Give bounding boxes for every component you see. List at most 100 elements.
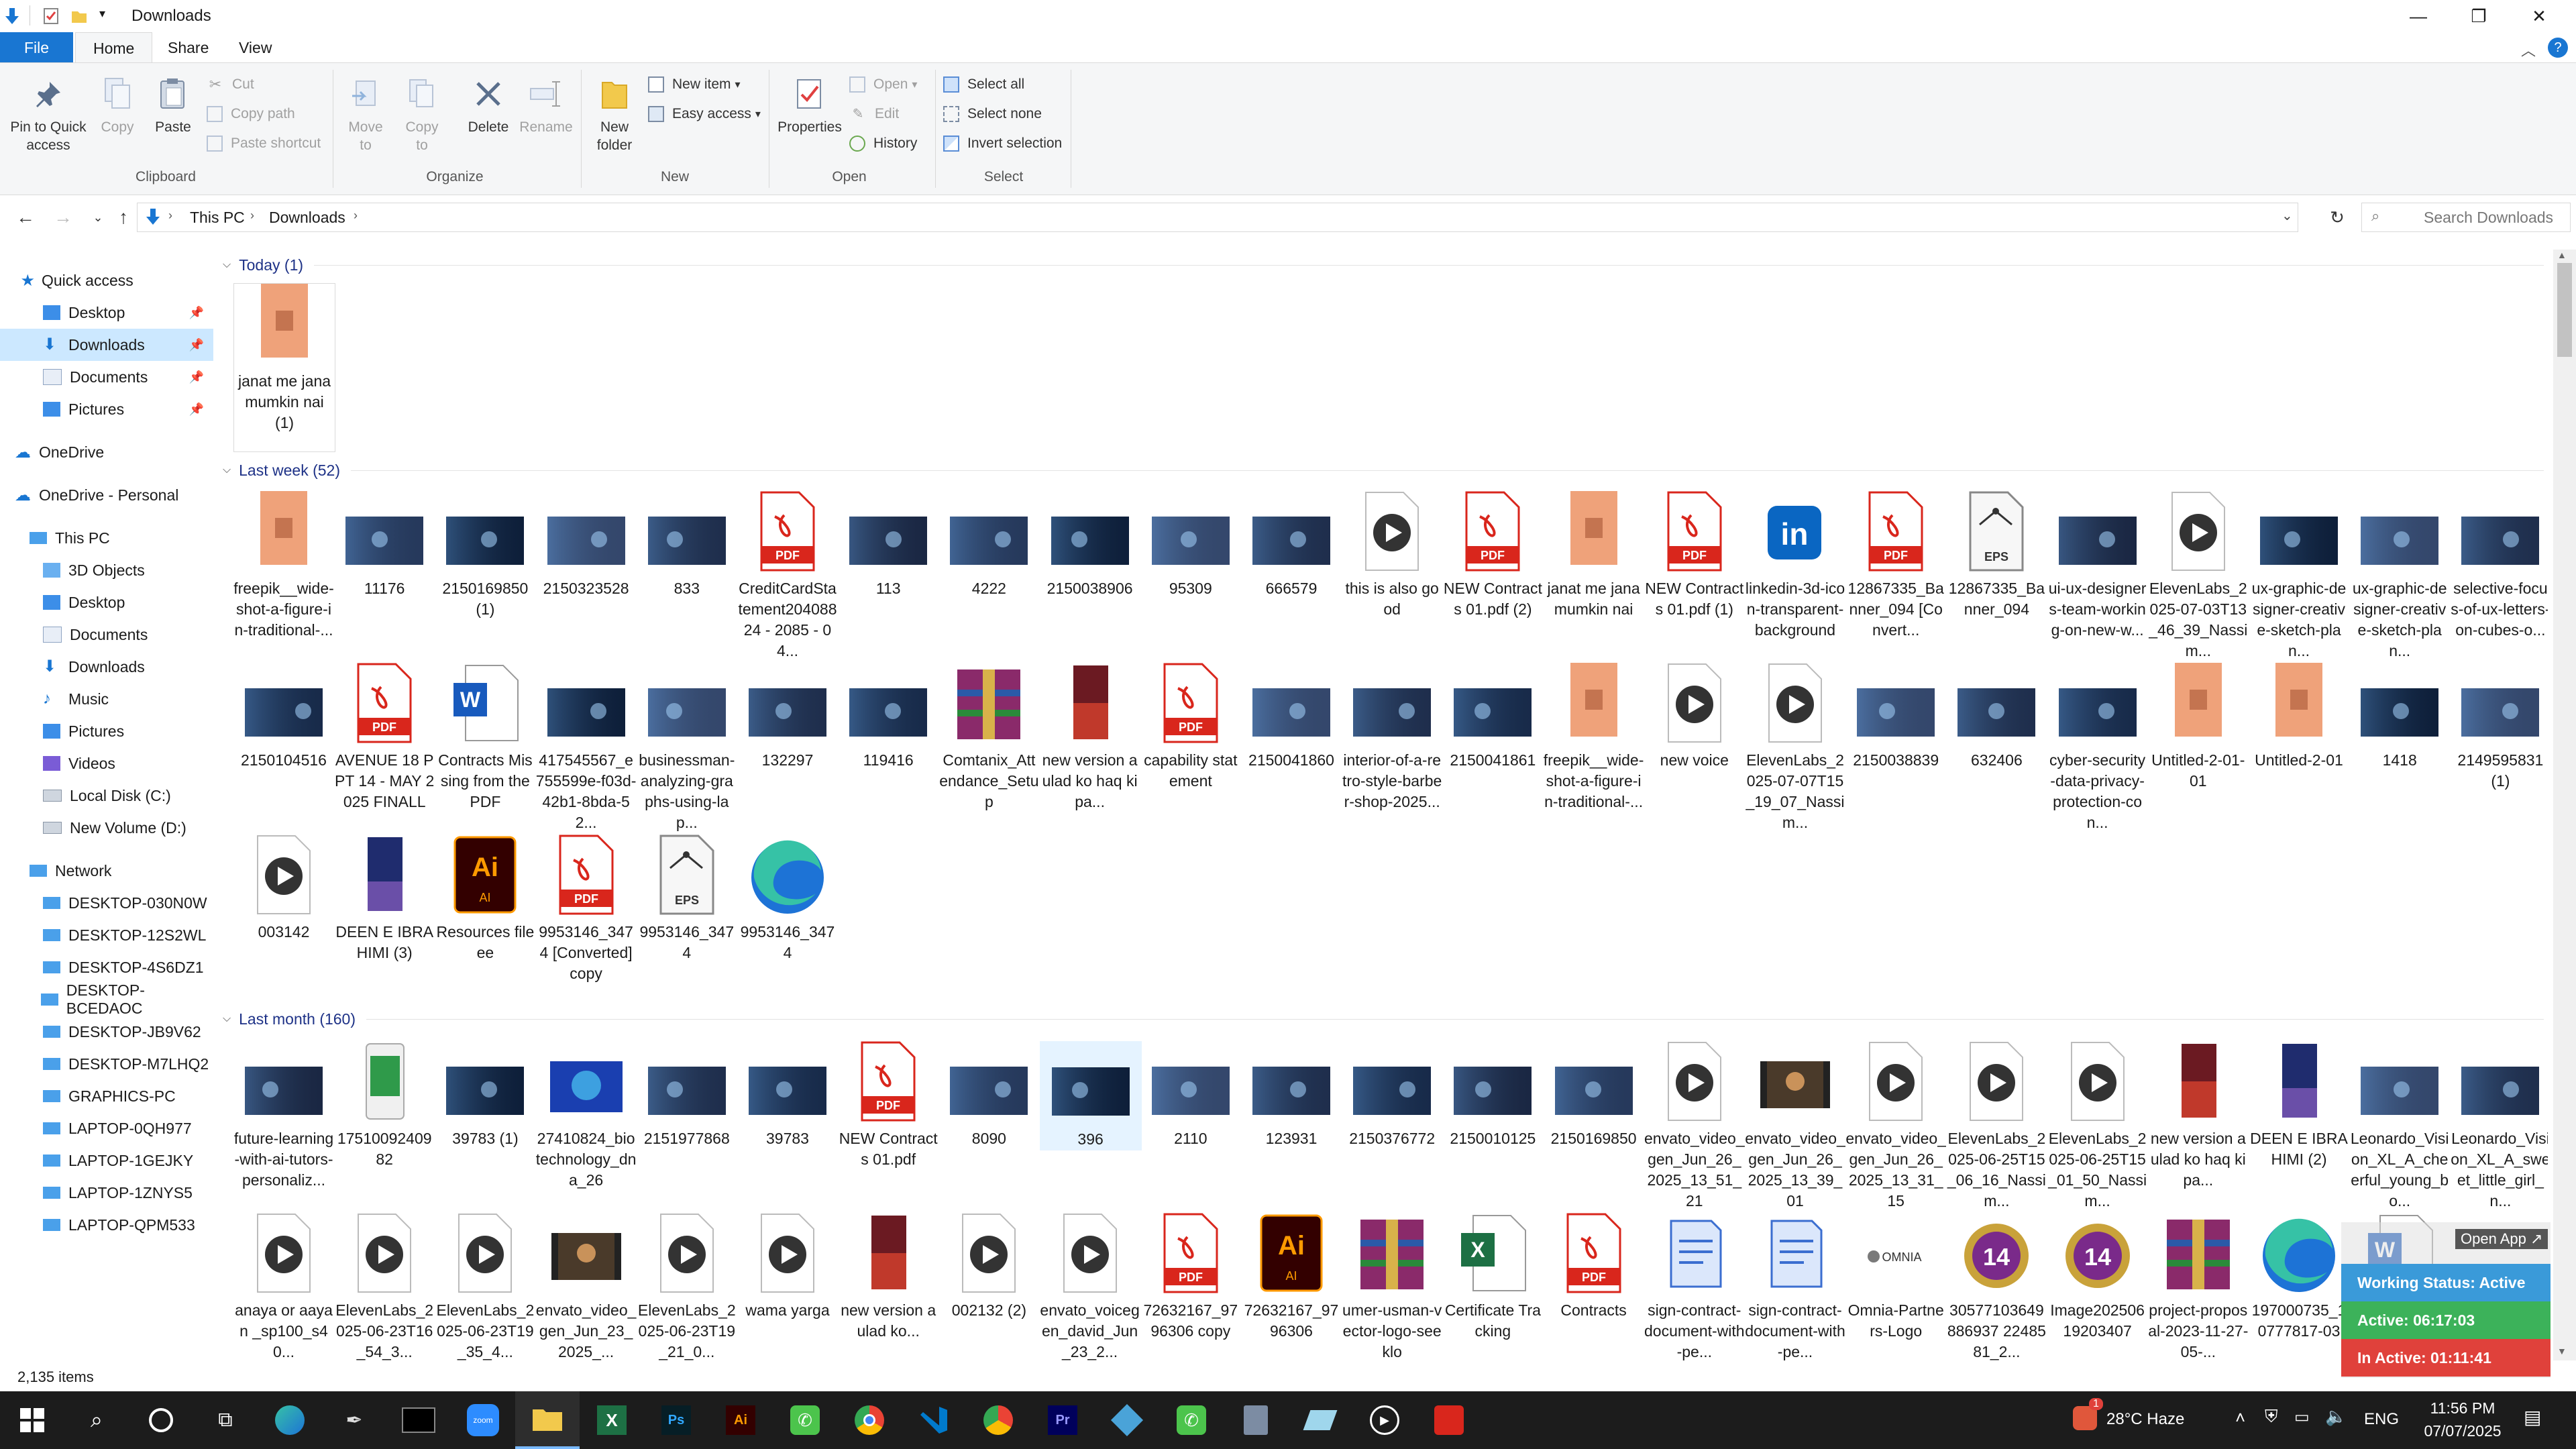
file-item[interactable]: envato_video_gen_Jun_26_2025_13_31_15 — [1845, 1041, 1946, 1212]
network-icon[interactable]: ▭ — [2294, 1407, 2310, 1427]
phone-app-2-icon[interactable]: ✆ — [1159, 1391, 1224, 1449]
clock-date[interactable]: 07/07/2025 — [2419, 1422, 2506, 1440]
file-item[interactable]: 396 — [1039, 1041, 1142, 1150]
file-item[interactable]: PDF NEW Contracts 01.pdf (1) — [1644, 491, 1745, 620]
nav-onedrive[interactable]: ☁ OneDrive — [0, 436, 213, 468]
file-item[interactable]: PDF NEW Contracts 01.pdf (2) — [1442, 491, 1543, 620]
tab-share[interactable]: Share — [150, 32, 226, 63]
clock-time[interactable]: 11:56 PM — [2419, 1399, 2506, 1417]
nav-network-computer[interactable]: GRAPHICS-PC — [0, 1080, 213, 1112]
file-item[interactable]: EPS 9953146_3474 — [637, 835, 737, 963]
up-button[interactable]: ↑ — [109, 204, 138, 231]
open-app-button[interactable]: Open App ↗ — [2455, 1229, 2548, 1249]
chrome-icon[interactable] — [837, 1391, 902, 1449]
file-item[interactable]: 1751009240982 — [334, 1041, 435, 1170]
file-item[interactable]: 2150038906 — [1040, 491, 1140, 599]
chrome-profile-icon[interactable] — [966, 1391, 1030, 1449]
edge-taskbar-icon[interactable] — [258, 1391, 322, 1449]
file-item[interactable]: 2150041860 — [1241, 663, 1342, 771]
search-input[interactable]: ⌕ Search Downloads — [2361, 203, 2571, 232]
file-item[interactable]: umer-usman-vector-logo-seeklo — [1342, 1213, 1442, 1360]
file-item[interactable]: 2110 — [1140, 1041, 1241, 1149]
file-item[interactable]: ux-graphic-designer-creative-sketch-plan… — [2249, 491, 2349, 661]
search-icon[interactable]: ⌕ — [64, 1391, 129, 1449]
file-item[interactable]: 2150038839 — [1845, 663, 1946, 771]
file-item[interactable]: cyber-security-data-privacy-protection-c… — [2047, 663, 2148, 833]
file-item[interactable]: Untitled-2-01-01 — [2148, 663, 2249, 792]
tab-home[interactable]: Home — [75, 32, 153, 64]
file-item[interactable]: ux-graphic-designer-creative-sketch-plan… — [2349, 491, 2450, 661]
calculator-icon[interactable] — [1224, 1391, 1288, 1449]
file-item[interactable]: new voice — [1644, 663, 1745, 771]
start-button[interactable] — [0, 1391, 64, 1449]
nav-pc-documents[interactable]: Documents — [0, 619, 213, 651]
excel-icon[interactable]: X — [580, 1391, 644, 1449]
nav-pictures[interactable]: Pictures 📌 — [0, 393, 213, 425]
file-item[interactable]: new version aulad ko haq ki pa... — [2148, 1041, 2249, 1191]
file-item[interactable]: 2149595831 (1) — [2450, 663, 2548, 792]
vscode-icon[interactable] — [902, 1391, 966, 1449]
tab-file[interactable]: File — [0, 32, 74, 63]
file-item[interactable]: PDF Contracts — [1544, 1213, 1644, 1321]
security-icon[interactable]: ⛨ — [2265, 1406, 2278, 1428]
file-item[interactable]: future-learning-with-ai-tutors-personali… — [233, 1041, 334, 1191]
file-item[interactable]: PDF 12867335_Banner_094 [Convert... — [1845, 491, 1946, 641]
file-item[interactable]: Untitled-2-01 — [2249, 663, 2349, 771]
select-none-button[interactable]: Select none — [943, 101, 1042, 127]
file-item[interactable]: 8090 — [938, 1041, 1039, 1149]
nav-3d-objects[interactable]: 3D Objects — [0, 554, 213, 586]
file-item[interactable]: freepik__wide-shot-a-figure-in-tradition… — [233, 491, 334, 641]
file-item[interactable]: new version aulad ko... — [838, 1213, 938, 1342]
file-item[interactable]: 2150376772 — [1342, 1041, 1442, 1149]
file-explorer-taskbar-icon[interactable] — [515, 1391, 580, 1449]
acrobat-icon[interactable] — [1417, 1391, 1481, 1449]
file-item[interactable]: sign-contract-document-with-pe... — [1745, 1213, 1845, 1360]
file-item[interactable]: 2150010125 — [1442, 1041, 1543, 1149]
nav-pc-pictures[interactable]: Pictures — [0, 715, 213, 747]
file-item[interactable]: Ai AI Resources fileee — [435, 835, 535, 963]
back-button[interactable]: ← — [11, 204, 40, 231]
file-item[interactable]: sign-contract-document-with-pe... — [1644, 1213, 1745, 1360]
file-item[interactable]: 119416 — [838, 663, 938, 771]
nav-local-disk[interactable]: Local Disk (C:) — [0, 780, 213, 812]
properties-quick-icon[interactable] — [42, 7, 60, 25]
group-header-last-month[interactable]: ⌵ Last month (160) — [223, 1008, 2544, 1030]
copy-to-button[interactable]: Copy to — [398, 75, 445, 154]
group-header-last-week[interactable]: ⌵ Last week (52) — [223, 459, 2544, 482]
file-item[interactable]: new version aulad ko haq ki pa... — [1040, 663, 1140, 812]
nav-network-computer[interactable]: LAPTOP-QPM533 — [0, 1209, 213, 1241]
illustrator-icon[interactable]: Ai — [708, 1391, 773, 1449]
copy-path-button[interactable]: Copy path — [207, 101, 295, 127]
scroll-down-icon[interactable]: ▼ — [2557, 1346, 2567, 1356]
zoom-icon[interactable]: zoom — [451, 1391, 515, 1449]
nav-network-computer[interactable]: LAPTOP-1GEJKY — [0, 1144, 213, 1177]
pin-to-quick-access-button[interactable]: Pin to Quick access — [4, 75, 93, 154]
file-item[interactable]: 4222 — [938, 491, 1039, 599]
move-to-button[interactable]: Move to — [342, 75, 389, 154]
file-item[interactable]: envato_video_gen_Jun_26_2025_13_51_21 — [1644, 1041, 1745, 1212]
file-item[interactable]: EPS 12867335_Banner_094 — [1946, 491, 2047, 620]
paste-button[interactable]: Paste — [148, 75, 199, 136]
group-header-today[interactable]: ⌵ Today (1) — [223, 254, 2544, 276]
file-item[interactable]: Leonardo_Vision_XL_A_cheerful_young_bo..… — [2349, 1041, 2450, 1212]
file-item[interactable]: envato_voicegen_david_Jun_23_2... — [1040, 1213, 1140, 1360]
history-button[interactable]: History — [849, 130, 917, 157]
nav-this-pc[interactable]: This PC — [0, 522, 213, 554]
file-item[interactable]: PDF capability statement — [1140, 663, 1241, 792]
chevron-up-icon[interactable]: ˄ — [2235, 1407, 2245, 1428]
nav-network-computer[interactable]: DESKTOP-030N0W — [0, 887, 213, 919]
pin-icon[interactable]: 📌 — [189, 306, 204, 320]
file-item[interactable]: Leonardo_Vision_XL_A_sweet_little_girl_n… — [2450, 1041, 2548, 1212]
close-button[interactable]: ✕ — [2502, 0, 2576, 32]
scroll-up-icon[interactable]: ▲ — [2557, 250, 2567, 260]
file-item[interactable]: 14 Image20250619203407 — [2047, 1213, 2148, 1342]
easy-access-button[interactable]: Easy access ▾ — [648, 101, 761, 127]
nav-music[interactable]: ♪ Music — [0, 683, 213, 715]
nav-network-computer[interactable]: DESKTOP-BCEDAOC — [0, 981, 213, 1017]
file-item[interactable]: 11176 — [334, 491, 435, 599]
file-item[interactable]: Ai AI 72632167_9796306 — [1241, 1213, 1342, 1342]
file-item[interactable]: janat me jana mumkin nai (1) — [233, 283, 335, 452]
file-item[interactable]: project-proposal-2023-11-27-05-... — [2148, 1213, 2249, 1360]
properties-button[interactable]: Properties — [773, 75, 847, 136]
nav-network-computer[interactable]: DESKTOP-4S6DZ1 — [0, 951, 213, 983]
